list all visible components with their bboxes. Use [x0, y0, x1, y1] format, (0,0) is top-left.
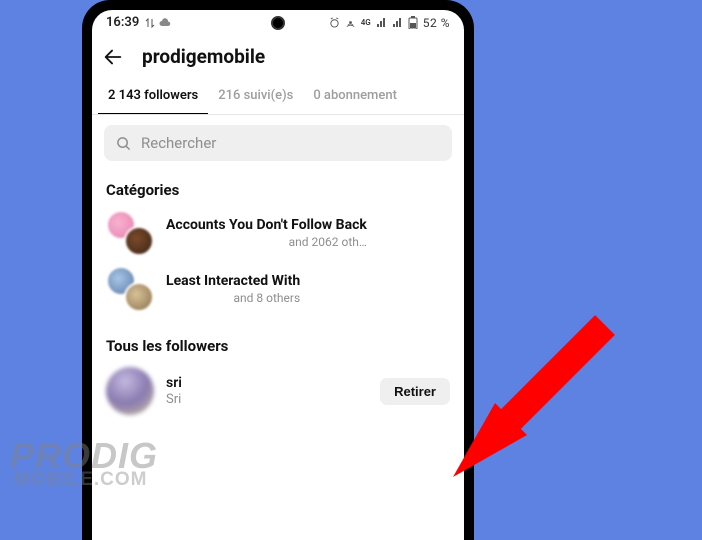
page-title: prodigemobile — [142, 45, 265, 68]
all-followers-title: Tous les followers — [92, 327, 464, 361]
tabs: 2 143 followers 216 suivi(e)s 0 abonneme… — [92, 78, 464, 115]
follower-row[interactable]: sri Sri Retirer — [92, 361, 464, 421]
back-icon[interactable] — [102, 46, 124, 68]
status-time: 16:39 — [106, 15, 139, 30]
tab-followers[interactable]: 2 143 followers — [98, 78, 208, 114]
category-label: Least Interacted With — [166, 273, 300, 289]
category-not-following-back[interactable]: Accounts You Don't Follow Back and 2062 … — [92, 205, 464, 261]
remove-button[interactable]: Retirer — [380, 378, 450, 405]
category-sub: and 2062 oth… — [166, 235, 367, 249]
avatar-stack — [106, 266, 154, 312]
search-placeholder: Rechercher — [141, 134, 216, 152]
signal-icon-2 — [392, 18, 403, 28]
category-least-interacted[interactable]: Least Interacted With and 8 others — [92, 261, 464, 317]
page-header: prodigemobile — [92, 35, 464, 78]
hotspot-icon — [345, 17, 356, 28]
signal-icon-1 — [376, 18, 387, 28]
phone-frame: 16:39 4G 52 % prodigemobile 2 — [82, 0, 474, 540]
avatar — [106, 367, 154, 415]
network-type: 4G — [361, 18, 371, 27]
status-bar: 16:39 4G 52 % — [92, 10, 464, 35]
alarm-icon — [329, 17, 340, 28]
search-icon — [116, 136, 131, 151]
screen: 16:39 4G 52 % prodigemobile 2 — [92, 10, 464, 540]
search-container: Rechercher — [92, 115, 464, 171]
search-input[interactable]: Rechercher — [104, 125, 452, 161]
category-text: Least Interacted With and 8 others — [166, 273, 300, 305]
avatar — [124, 282, 154, 312]
category-sub: and 8 others — [166, 291, 300, 305]
status-left-icons — [145, 18, 171, 28]
avatar-stack — [106, 210, 154, 256]
battery-icon — [408, 16, 418, 29]
tab-following[interactable]: 216 suivi(e)s — [208, 78, 303, 114]
categories-title: Catégories — [92, 171, 464, 205]
tab-subscriptions[interactable]: 0 abonnement — [303, 78, 407, 114]
cloud-icon — [159, 18, 171, 28]
avatar — [124, 226, 154, 256]
category-text: Accounts You Don't Follow Back and 2062 … — [166, 217, 367, 249]
battery-percent: 52 % — [423, 16, 450, 30]
data-speed-icon — [145, 18, 155, 28]
follower-username: sri — [166, 375, 182, 391]
category-label: Accounts You Don't Follow Back — [166, 217, 367, 233]
follower-displayname: Sri — [166, 392, 182, 407]
front-camera — [271, 16, 285, 30]
follower-text: sri Sri — [166, 375, 182, 407]
status-right: 4G 52 % — [329, 16, 450, 30]
